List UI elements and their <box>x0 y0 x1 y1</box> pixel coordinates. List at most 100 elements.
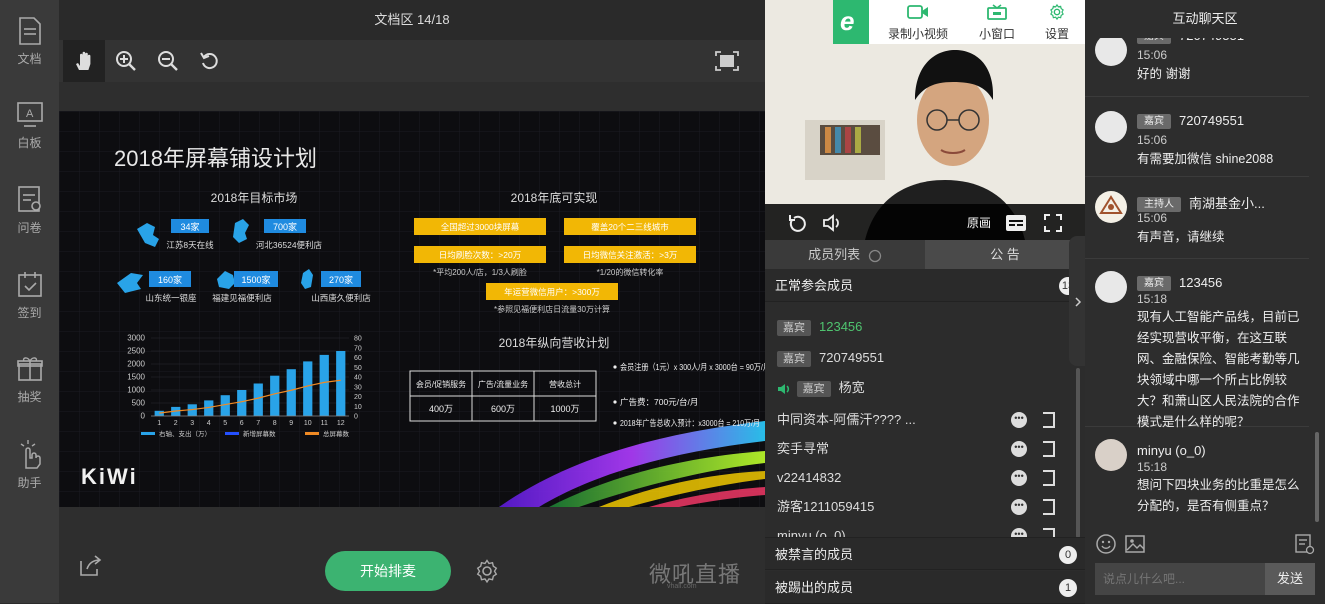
kick-out-icon[interactable] <box>1043 412 1055 428</box>
market-count: 700家 <box>273 221 297 232</box>
vhall-e-icon: e <box>840 6 854 36</box>
zoom-in-button[interactable] <box>105 40 147 82</box>
member-name: 游客1211059415 <box>777 499 875 514</box>
tab-label: 成员列表 <box>808 247 861 262</box>
queue-settings-button[interactable] <box>475 559 499 588</box>
zoom-in-icon <box>116 51 136 71</box>
goal-label: 全国超过3000块屏幕 <box>441 222 520 232</box>
y2-tick-label: 70 <box>354 345 362 352</box>
kicked-count: 1 <box>1059 579 1077 597</box>
member-row[interactable]: minyu (o_0) ••• <box>765 521 1075 537</box>
role-tag: 主持人 <box>1137 197 1181 213</box>
send-button[interactable]: 发送 <box>1265 563 1315 595</box>
member-scrollbar[interactable] <box>1076 368 1080 537</box>
chat-input[interactable] <box>1095 563 1265 595</box>
chat-scrollbar[interactable] <box>1315 432 1319 522</box>
quality-button[interactable]: 原画 <box>967 214 991 231</box>
market-label: 河北36524便利店 <box>256 240 323 250</box>
chevron-right-icon <box>1075 297 1082 307</box>
rail-assistant[interactable]: 助手 <box>0 438 59 508</box>
mini-window-button[interactable]: 小窗口 <box>969 4 1025 42</box>
rail-survey[interactable]: 问卷 <box>0 185 59 255</box>
members-tabs: 成员列表 公 告 <box>765 240 1085 269</box>
settings-button[interactable]: 设置 <box>1039 3 1075 42</box>
fullscreen-icon[interactable] <box>1043 213 1063 233</box>
chat-settings-icon[interactable] <box>1293 533 1315 555</box>
volume-icon[interactable] <box>821 212 843 234</box>
subtitle-icon[interactable] <box>1005 214 1027 232</box>
chat-message: 嘉宾 123456 15:18 现有人工智能产品线，目前已经实现营收平衡，在这互联… <box>1085 259 1309 429</box>
chat-message: 嘉宾 720749551 15:06 有需要加微信 shine2088 <box>1085 97 1309 177</box>
member-row[interactable]: 嘉宾 720749551 <box>765 343 1075 372</box>
loading-icon <box>868 249 881 262</box>
emoji-icon[interactable] <box>1095 533 1117 555</box>
more-options-icon[interactable]: ••• <box>1011 441 1027 457</box>
share-button[interactable] <box>77 553 103 584</box>
kick-out-icon[interactable] <box>1043 499 1055 515</box>
y2-tick-label: 10 <box>354 404 362 411</box>
x-tick-label: 10 <box>304 420 312 427</box>
tv-icon <box>987 4 1007 20</box>
role-tag: 嘉宾 <box>1137 114 1171 130</box>
record-video-button[interactable]: 录制小视频 <box>883 4 953 42</box>
refresh-icon[interactable] <box>787 212 809 234</box>
chat-title: 互动聊天区 <box>1172 11 1238 26</box>
more-options-icon[interactable]: ••• <box>1011 499 1027 515</box>
y-tick-label: 3000 <box>127 334 145 343</box>
document-toolbar <box>59 40 765 82</box>
rail-checkin[interactable]: 签到 <box>0 270 59 340</box>
goal-note: *平均200人/店，1/3人刷脸 <box>433 267 527 277</box>
member-row[interactable]: 嘉宾 杨宽 <box>765 373 1075 402</box>
role-tag: 嘉宾 <box>1137 38 1171 45</box>
table-header: 营收总计 <box>549 379 581 389</box>
tab-announcement[interactable]: 公 告 <box>925 240 1085 269</box>
member-name: 123456 <box>819 319 863 334</box>
kick-out-icon[interactable] <box>1043 441 1055 457</box>
member-row[interactable]: v22414832 ••• <box>765 463 1075 492</box>
kick-out-icon[interactable] <box>1043 528 1055 537</box>
table-cell: 600万 <box>491 404 515 414</box>
more-options-icon[interactable]: ••• <box>1011 412 1027 428</box>
message-text: 好的 谢谢 <box>1137 67 1191 81</box>
svg-text:A: A <box>26 108 34 120</box>
more-options-icon[interactable]: ••• <box>1011 528 1027 537</box>
chart-bar <box>303 361 313 416</box>
kicked-members-header[interactable]: 被踢出的成员 1 <box>765 571 1085 604</box>
reset-button[interactable] <box>189 40 231 82</box>
kick-out-icon[interactable] <box>1043 470 1055 486</box>
market-count: 160家 <box>158 274 182 285</box>
table-header: 会员/促销服务 <box>416 379 466 389</box>
document-area: 文档区 14/18 2018年屏幕铺设计划 2018年目标市场 2018年底可实… <box>59 0 765 603</box>
zoom-out-icon <box>158 51 178 71</box>
member-row[interactable]: 嘉宾 123456 <box>765 312 1075 341</box>
market-label: 山西唐久便利店 <box>311 293 371 303</box>
member-row[interactable]: 游客1211059415 ••• <box>765 492 1075 521</box>
collapse-panel-button[interactable] <box>1069 236 1085 366</box>
y2-tick-label: 40 <box>354 375 362 382</box>
table-cell: 1000万 <box>550 404 579 414</box>
member-row[interactable]: 奕手寻常 ••• <box>765 434 1075 463</box>
market-count: 1500家 <box>241 274 270 285</box>
member-row[interactable]: 中同资本-阿儒汗???? ... ••• <box>765 405 1075 434</box>
x-tick-label: 3 <box>190 420 194 427</box>
normal-members-header[interactable]: 正常参会成员 13 <box>765 269 1085 302</box>
table-cell: 400万 <box>429 404 453 414</box>
muted-members-header[interactable]: 被禁言的成员 0 <box>765 537 1085 570</box>
zoom-out-button[interactable] <box>147 40 189 82</box>
fit-screen-button[interactable] <box>706 40 748 82</box>
rail-whiteboard[interactable]: A 白板 <box>0 100 59 170</box>
x-tick-label: 12 <box>337 420 345 427</box>
image-icon[interactable] <box>1124 533 1146 555</box>
gift-icon <box>16 357 43 381</box>
legend-label: 右轴、支出（万） <box>159 429 211 438</box>
rail-document[interactable]: 文档 <box>0 16 59 86</box>
member-name: 720749551 <box>819 350 885 365</box>
goal-note: *1/20的微信转化率 <box>597 267 664 277</box>
hand-tool-button[interactable] <box>63 40 105 82</box>
rail-lottery[interactable]: 抽奖 <box>0 354 59 424</box>
tab-member-list[interactable]: 成员列表 <box>765 240 925 269</box>
chart-bar <box>286 369 296 416</box>
more-options-icon[interactable]: ••• <box>1011 470 1027 486</box>
kiwi-logo: KiWi <box>81 464 138 489</box>
start-queue-button[interactable]: 开始排麦 <box>325 551 451 591</box>
